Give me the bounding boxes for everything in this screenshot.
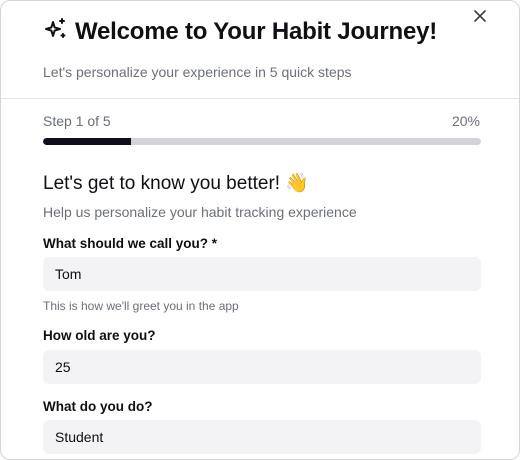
sparkles-icon xyxy=(43,17,67,46)
onboarding-dialog: Welcome to Your Habit Journey! Let's per… xyxy=(0,0,520,460)
section-title: Let's get to know you better! 👋 xyxy=(43,173,309,194)
occupation-field[interactable]: Student xyxy=(43,420,481,454)
dialog-subtitle: Let's personalize your experience in 5 q… xyxy=(43,64,352,80)
name-hint: This is how we'll greet you in the app xyxy=(43,299,239,313)
name-label: What should we call you? * xyxy=(43,236,218,251)
progress-percent: 20% xyxy=(451,113,480,129)
progress-bar xyxy=(43,138,481,145)
dialog-header: Welcome to Your Habit Journey! xyxy=(43,17,437,46)
step-label: Step 1 of 5 xyxy=(43,113,111,129)
section-subtitle: Help us personalize your habit tracking … xyxy=(43,204,357,220)
age-field[interactable]: 25 xyxy=(43,350,481,384)
close-button[interactable] xyxy=(469,7,491,29)
close-icon[interactable] xyxy=(474,9,486,27)
dialog-title: Welcome to Your Habit Journey! xyxy=(75,17,438,45)
age-label: How old are you? xyxy=(43,328,156,343)
header-divider xyxy=(1,98,519,99)
name-field[interactable]: Tom xyxy=(43,257,481,291)
step-indicator: Step 1 of 5 20% xyxy=(43,113,480,129)
progress-bar-fill xyxy=(43,138,131,145)
occupation-field-value[interactable]: Student xyxy=(55,429,103,445)
name-field-value[interactable]: Tom xyxy=(55,266,81,282)
age-field-value[interactable]: 25 xyxy=(55,359,71,375)
occupation-label: What do you do? xyxy=(43,399,153,414)
